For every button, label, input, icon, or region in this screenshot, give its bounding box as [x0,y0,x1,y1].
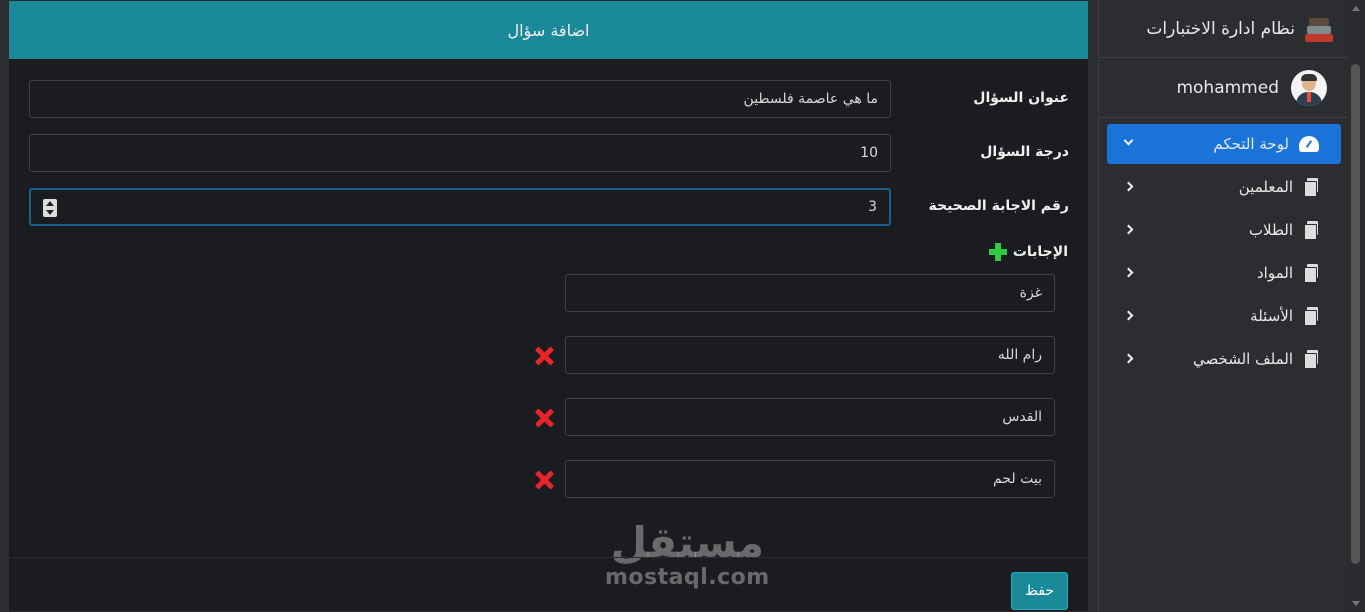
user-panel: mohammed [1099,58,1347,118]
sidebar-item-teachers[interactable]: المعلمين [1107,167,1341,207]
chevron-right-icon [1123,353,1134,364]
answer-input-4[interactable]: بيت لحم [565,460,1055,498]
sidebar-item-label: الملف الشخصي [1193,350,1293,368]
sidebar-menu: لوحة التحكم المعلمين الطلاب المواد الأسئ… [1107,124,1341,382]
question-title-label: عنوان السؤال [973,90,1069,106]
question-grade-row: 10 درجة السؤال [29,134,1069,172]
save-button[interactable]: حفظ [1011,572,1068,610]
sidebar: نظام ادارة الاختبارات mohammed لوحة التح… [1098,0,1347,612]
question-grade-label: درجة السؤال [980,144,1069,160]
chevron-right-icon [1123,310,1134,321]
sidebar-item-label: الأسئلة [1250,307,1293,325]
answer-input-1[interactable]: غزة [565,274,1055,312]
chevron-right-icon [1123,267,1134,278]
chevron-right-icon [1123,181,1134,192]
sidebar-item-label: المعلمين [1238,178,1293,196]
dashboard-icon [1299,135,1319,153]
username: mohammed [1176,77,1279,98]
add-question-modal: اضافة سؤال ما هي عاصمة فلسطين عنوان السؤ… [8,0,1089,612]
scroll-up-icon[interactable] [1352,6,1360,11]
sidebar-item-profile[interactable]: الملف الشخصي [1107,339,1341,379]
question-title-input[interactable]: ما هي عاصمة فلسطين [29,80,891,118]
correct-answer-value: 3 [868,199,877,215]
answer-input-2[interactable]: رام الله [565,336,1055,374]
sidebar-item-dashboard[interactable]: لوحة التحكم [1107,124,1341,164]
copy-icon [1303,264,1319,283]
sidebar-item-subjects[interactable]: المواد [1107,253,1341,293]
sidebar-item-questions[interactable]: الأسئلة [1107,296,1341,336]
question-grade-input[interactable]: 10 [29,134,891,172]
add-answer-icon[interactable] [988,243,1007,261]
avatar [1291,69,1327,106]
sidebar-item-label: المواد [1256,264,1293,282]
answers-label: الإجابات [1012,244,1068,260]
chevron-right-icon [1123,224,1134,235]
number-spinner[interactable] [43,199,57,217]
sidebar-item-label: الطلاب [1248,221,1293,239]
correct-answer-row: 3 رقم الاجابة الصحيحة [29,188,1069,226]
copy-icon [1303,178,1319,197]
brand-title: نظام ادارة الاختبارات [1146,18,1295,39]
books-icon [1303,14,1333,44]
answers-header: الإجابات [988,243,1068,261]
correct-answer-number-input[interactable]: 3 [29,188,891,226]
delete-answer-icon[interactable] [534,346,554,366]
sidebar-item-label: لوحة التحكم [1213,135,1289,153]
scrollbar[interactable] [1347,0,1365,612]
modal-title: اضافة سؤال [9,1,1088,59]
delete-answer-icon[interactable] [534,408,554,428]
copy-icon [1303,221,1319,240]
correct-answer-label: رقم الاجابة الصحيحة [928,198,1069,214]
modal-footer: حفظ [9,557,1088,612]
sidebar-item-students[interactable]: الطلاب [1107,210,1341,250]
answer-input-3[interactable]: القدس [565,398,1055,436]
scroll-down-icon[interactable] [1352,601,1360,606]
chevron-down-icon [1123,135,1134,146]
scrollbar-thumb[interactable] [1351,64,1360,564]
brand[interactable]: نظام ادارة الاختبارات [1099,0,1347,58]
question-title-row: ما هي عاصمة فلسطين عنوان السؤال [29,80,1069,118]
copy-icon [1303,307,1319,326]
copy-icon [1303,350,1319,369]
delete-answer-icon[interactable] [534,470,554,490]
